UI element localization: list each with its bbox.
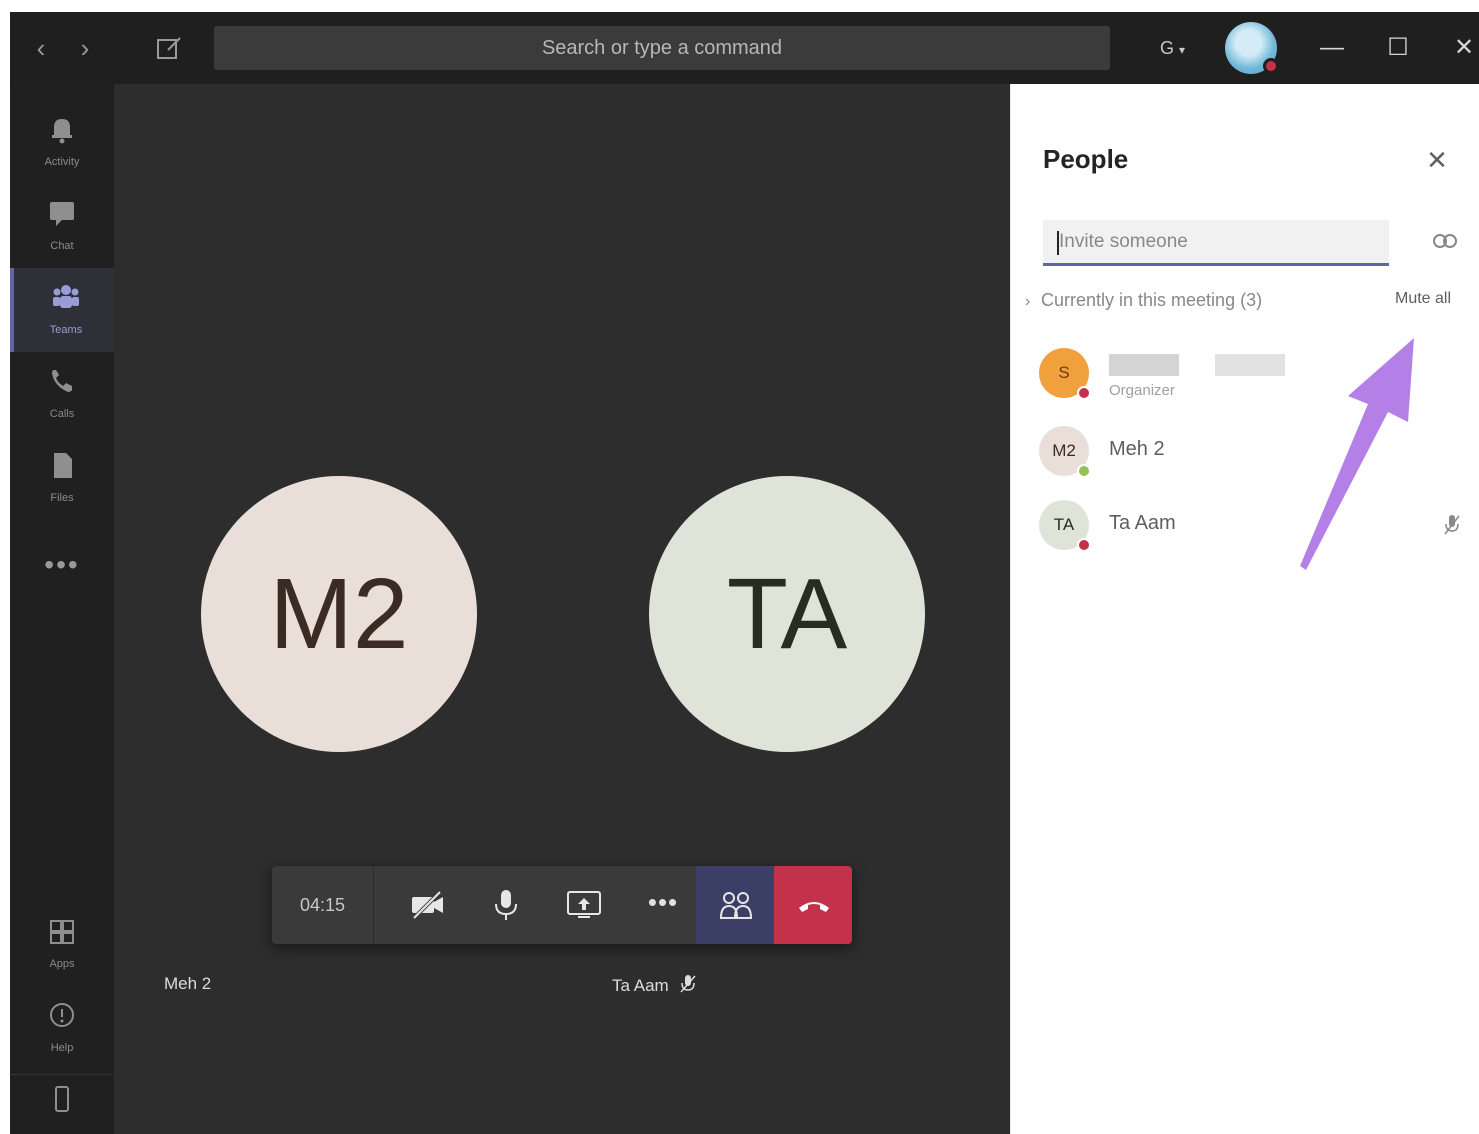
maximize-icon[interactable]: ☐ — [1378, 28, 1418, 68]
section-header[interactable]: › Currently in this meeting (3) — [1025, 290, 1325, 311]
apps-icon — [50, 920, 74, 944]
compose-icon[interactable] — [152, 30, 186, 66]
redacted-name — [1215, 354, 1285, 376]
rail-label: Help — [50, 1042, 74, 1054]
rail-label: Calls — [49, 408, 75, 420]
rail-item-files[interactable]: Files — [10, 436, 114, 520]
chat-icon — [50, 202, 74, 226]
help-icon — [50, 1003, 74, 1027]
org-initial: G — [1160, 38, 1175, 58]
camera-button[interactable] — [388, 866, 466, 944]
minimize-icon[interactable]: — — [1312, 28, 1352, 68]
participant-name: Ta Aam — [612, 976, 669, 995]
rail-item-chat[interactable]: Chat — [10, 184, 114, 268]
tile-initials: M2 — [269, 558, 409, 670]
mic-muted-icon — [680, 975, 697, 993]
search-input[interactable]: Search or type a command — [214, 26, 1110, 70]
chevron-icon: › — [1025, 293, 1031, 310]
rail-label: Apps — [49, 958, 75, 970]
forward-icon[interactable]: › — [70, 30, 100, 66]
tile-initials: TA — [726, 558, 848, 670]
rail-item-teams[interactable]: Teams — [10, 268, 114, 352]
teams-icon — [53, 285, 79, 308]
people-icon — [719, 892, 753, 919]
share-screen-button[interactable] — [544, 866, 622, 944]
rail-label: Files — [50, 492, 74, 504]
participant-name-label: Ta Aam — [612, 974, 697, 996]
mic-button[interactable] — [466, 866, 544, 944]
rail-label: Teams — [49, 324, 83, 336]
participant-tile-m2[interactable]: M2 — [201, 476, 477, 752]
participant-role: Organizer — [1109, 382, 1175, 399]
phone-icon — [52, 370, 72, 392]
rail-item-help[interactable]: Help — [10, 986, 114, 1070]
rail-item-mobile[interactable] — [10, 1074, 114, 1130]
section-label: Currently in this meeting (3) — [1041, 290, 1263, 310]
participant-name-label: Meh 2 — [164, 974, 212, 993]
close-panel-icon[interactable]: ✕ — [1423, 146, 1451, 174]
people-panel: People ✕ Invite someone › Currently in th… — [1010, 84, 1479, 1134]
microphone-icon — [495, 890, 517, 920]
org-switcher[interactable]: G ▾ — [1160, 32, 1206, 64]
rail-label: Chat — [50, 240, 74, 252]
show-participants-button[interactable] — [696, 866, 774, 944]
rail-item-apps[interactable]: Apps — [10, 902, 114, 986]
presence-dot — [1077, 386, 1091, 400]
invite-input[interactable]: Invite someone — [1043, 220, 1389, 266]
hang-up-icon — [799, 902, 829, 912]
participant-name: Ta Aam — [1109, 512, 1176, 534]
back-icon[interactable]: ‹ — [26, 30, 56, 66]
avatar[interactable] — [1225, 22, 1279, 74]
panel-title: People — [1043, 144, 1129, 174]
app-rail: Activity Chat Teams Calls Files ••• Apps… — [10, 84, 114, 1134]
redacted-name — [1109, 354, 1179, 376]
mute-all-button[interactable]: Mute all — [1395, 290, 1451, 308]
presence-dot — [1077, 538, 1091, 552]
share-screen-icon — [567, 891, 601, 918]
rail-label: Activity — [44, 156, 80, 168]
call-controls: 04:15 ••• — [272, 866, 852, 944]
presence-dot — [1263, 58, 1279, 74]
more-actions-button[interactable]: ••• — [624, 882, 702, 922]
annotation-arrow-icon — [1300, 338, 1414, 570]
title-bar: ‹ › Search or type a command G ▾ — ☐ ✕ — [10, 12, 1479, 84]
teams-window: ‹ › Search or type a command G ▾ — ☐ ✕ A… — [10, 12, 1479, 1134]
call-timer: 04:15 — [272, 866, 374, 944]
rail-item-activity[interactable]: Activity — [10, 100, 114, 184]
share-link-icon[interactable] — [1431, 230, 1459, 252]
participant-name: Meh 2 — [1109, 438, 1165, 460]
mic-muted-icon[interactable] — [1443, 514, 1461, 536]
close-icon[interactable]: ✕ — [1444, 28, 1479, 68]
bell-icon — [52, 119, 72, 144]
hang-up-button[interactable] — [774, 866, 852, 944]
meeting-stage: M2 TA 04:15 ••• Meh 2 Ta Aam — [114, 84, 1010, 1134]
mobile-icon — [55, 1086, 69, 1112]
participant-tile-ta[interactable]: TA — [649, 476, 925, 752]
chevron-down-icon: ▾ — [1179, 43, 1186, 57]
camera-off-icon — [412, 890, 443, 920]
files-icon — [54, 453, 72, 478]
rail-item-calls[interactable]: Calls — [10, 352, 114, 436]
presence-dot — [1077, 464, 1091, 478]
more-apps-icon[interactable]: ••• — [10, 549, 114, 581]
